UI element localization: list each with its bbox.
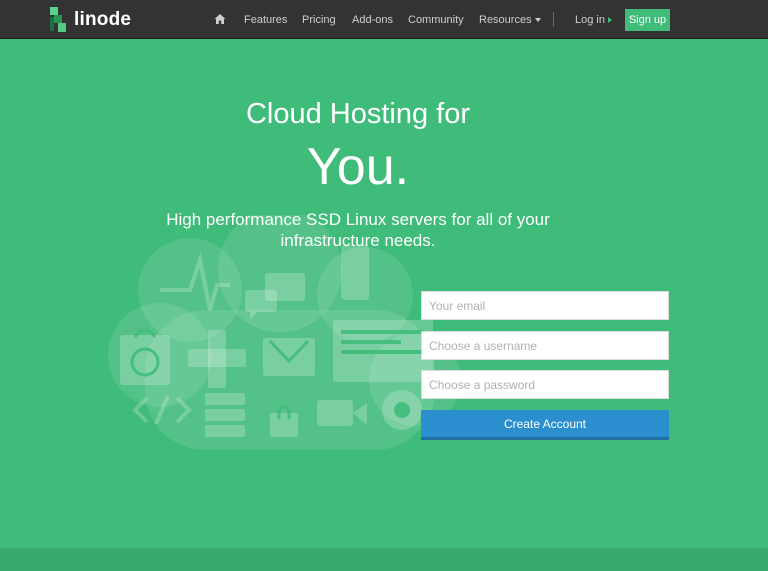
- linode-logo-icon: [50, 7, 70, 33]
- arrow-right-icon: [607, 17, 612, 24]
- cloud-illustration: [108, 215, 461, 450]
- nav-item-community[interactable]: Community: [408, 14, 464, 26]
- brand-name: linode: [74, 9, 132, 30]
- brand-logo[interactable]: linode: [50, 6, 131, 34]
- nav-item-add-ons[interactable]: Add-ons: [352, 14, 393, 26]
- create-account-button[interactable]: Create Account: [421, 410, 669, 440]
- email-field[interactable]: [421, 291, 669, 320]
- hero-heading-line2: You.: [306, 138, 410, 196]
- hero-heading-line1: Cloud Hosting for: [245, 98, 471, 130]
- caret-down-icon: [534, 18, 541, 23]
- nav-item-pricing[interactable]: Pricing: [302, 14, 336, 26]
- server-stack-icon: [205, 393, 245, 437]
- hero-subtitle: High performance SSD Linux servers for a…: [166, 210, 550, 250]
- signup-button[interactable]: Sign up: [625, 9, 670, 31]
- nav-item-resources-label: Resources: [479, 14, 532, 26]
- login-label: Log in: [575, 14, 605, 26]
- footer-band: [0, 548, 768, 571]
- password-field[interactable]: [421, 370, 669, 399]
- username-field[interactable]: [421, 331, 669, 360]
- phone-icon: [341, 245, 369, 300]
- nav-divider: [553, 12, 554, 27]
- home-icon[interactable]: [214, 13, 226, 25]
- login-link[interactable]: Log in: [575, 14, 612, 26]
- nav-item-features[interactable]: Features: [244, 14, 287, 26]
- top-navbar: linode Features Pricing Add-ons Communit…: [0, 0, 768, 39]
- nav-item-resources[interactable]: Resources: [479, 14, 541, 26]
- lock-icon: [270, 413, 298, 437]
- shopping-bag-icon: [120, 335, 170, 385]
